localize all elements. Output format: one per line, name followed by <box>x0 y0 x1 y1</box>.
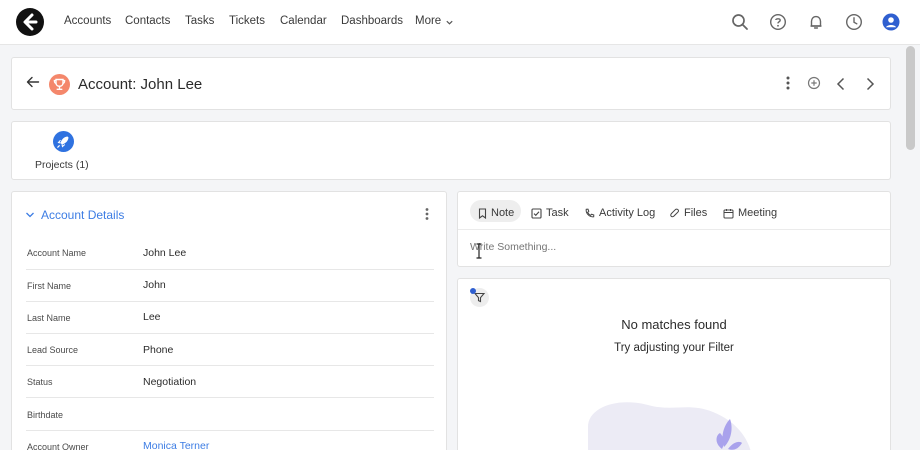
tab-label: Files <box>684 207 708 219</box>
empty-illustration <box>588 402 751 450</box>
account-details-panel: Account Details Account Name John Lee Fi… <box>11 191 447 450</box>
clock-icon[interactable] <box>845 13 863 31</box>
help-icon[interactable] <box>769 13 787 31</box>
row-divider <box>26 397 434 398</box>
nav-item-accounts[interactable]: Accounts <box>64 15 111 27</box>
projects-avatar <box>53 131 74 152</box>
chevron-down-icon <box>26 212 34 218</box>
trophy-icon <box>53 78 66 90</box>
empty-subtitle: Try adjusting your Filter <box>614 342 734 354</box>
related-panel: Projects (1) <box>11 121 891 180</box>
app-logo[interactable] <box>16 8 44 36</box>
field-value[interactable]: Phone <box>143 344 173 356</box>
account-header: Account: John Lee <box>11 57 891 110</box>
tab-files[interactable]: Files <box>670 203 707 223</box>
tab-meeting[interactable]: Meeting <box>723 203 777 223</box>
projects-link[interactable]: Projects (1) <box>35 131 93 175</box>
nav-item-calendar[interactable]: Calendar <box>280 15 327 27</box>
field-label: Account Owner <box>27 442 89 450</box>
field-label: Last Name <box>27 313 71 323</box>
rocket-icon <box>57 136 69 148</box>
activity-composer: Note Task Activity Log Files Meeting <box>457 191 891 267</box>
row-divider <box>26 365 434 366</box>
nav-more-menu[interactable]: More <box>415 15 454 27</box>
tab-label: Task <box>546 207 569 219</box>
activity-feed: No matches found Try adjusting your Filt… <box>457 278 891 450</box>
account-owner-link[interactable]: Monica Terner <box>143 440 209 450</box>
chevron-down-icon <box>446 20 453 25</box>
account-details-toggle[interactable]: Account Details <box>25 208 124 222</box>
bell-icon[interactable] <box>807 13 825 31</box>
user-icon[interactable] <box>882 13 900 31</box>
paperclip-icon <box>670 208 679 217</box>
tab-note[interactable]: Note <box>478 203 514 223</box>
more-vertical-icon[interactable] <box>423 207 431 221</box>
more-vertical-icon[interactable] <box>783 75 793 91</box>
field-value[interactable]: John <box>143 279 166 291</box>
field-label: Status <box>27 377 53 387</box>
text-cursor-icon <box>476 243 482 259</box>
nav-more-label: More <box>415 15 442 27</box>
phone-icon <box>585 208 595 217</box>
tab-task[interactable]: Task <box>531 203 569 223</box>
nav-item-contacts[interactable]: Contacts <box>125 15 170 27</box>
field-label: Lead Source <box>27 345 79 355</box>
nav-item-dashboards[interactable]: Dashboards <box>341 15 403 27</box>
projects-label: Projects (1) <box>35 159 89 171</box>
note-input[interactable] <box>470 238 870 256</box>
bookmark-icon <box>478 207 487 219</box>
field-value[interactable]: Negotiation <box>143 376 196 388</box>
field-value[interactable]: John Lee <box>143 247 186 259</box>
field-value[interactable]: Lee <box>143 311 161 323</box>
top-navigation: Accounts Contacts Tasks Tickets Calendar… <box>0 0 920 45</box>
empty-title: No matches found <box>621 317 727 332</box>
back-arrow-logo-icon <box>23 13 38 31</box>
row-divider <box>26 269 434 270</box>
calendar-icon <box>723 208 734 218</box>
account-avatar <box>49 74 70 95</box>
page-title: Account: John Lee <box>78 76 203 93</box>
tab-label: Note <box>491 207 515 219</box>
filter-badge <box>470 288 476 294</box>
row-divider <box>26 301 434 302</box>
tab-activity-log[interactable]: Activity Log <box>584 203 655 223</box>
checkbox-icon <box>531 207 542 219</box>
tab-label: Meeting <box>738 207 778 219</box>
back-arrow-icon[interactable] <box>26 75 40 89</box>
field-label: Birthdate <box>27 410 64 420</box>
row-divider <box>26 430 434 431</box>
field-label: Account Name <box>27 248 87 258</box>
page-scrollbar[interactable] <box>906 46 915 150</box>
nav-item-tickets[interactable]: Tickets <box>229 15 265 27</box>
chevron-left-icon[interactable] <box>835 77 847 91</box>
row-divider <box>26 333 434 334</box>
tab-label: Activity Log <box>599 207 656 219</box>
search-icon[interactable] <box>731 13 749 31</box>
nav-item-tasks[interactable]: Tasks <box>185 15 214 27</box>
section-title: Account Details <box>41 208 125 222</box>
add-circle-icon[interactable] <box>807 76 821 90</box>
field-label: First Name <box>27 281 72 291</box>
chevron-right-icon[interactable] <box>864 77 876 91</box>
composer-divider <box>458 229 890 230</box>
